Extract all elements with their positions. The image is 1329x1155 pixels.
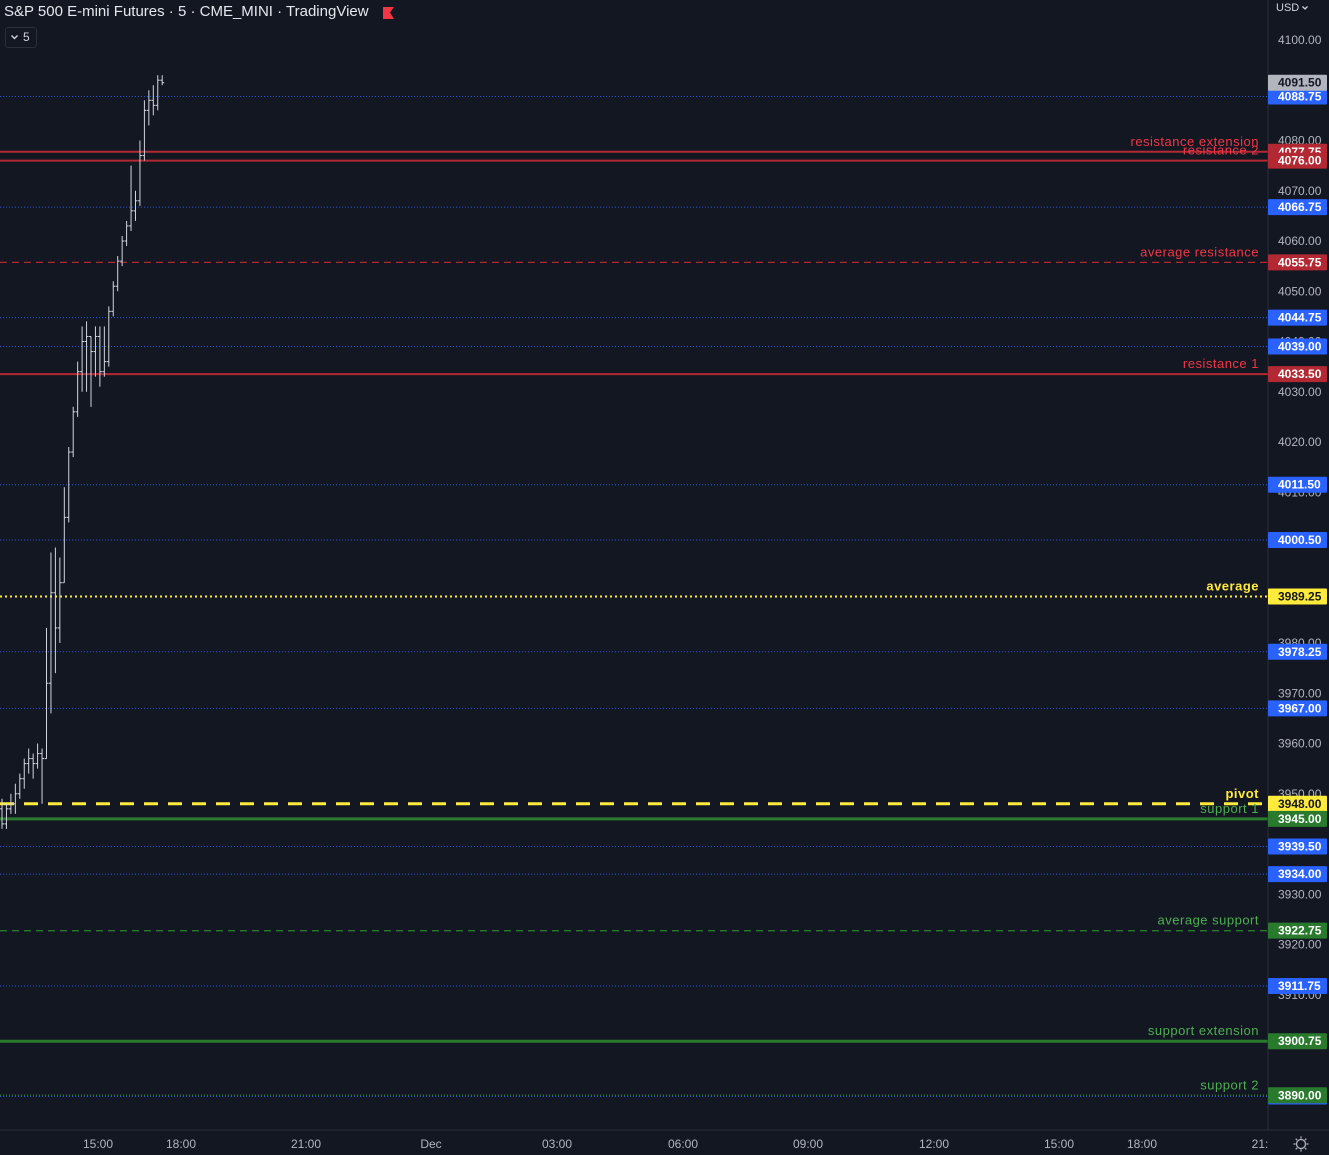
level-price-tag: 3922.75 xyxy=(1278,924,1322,938)
ohlc-bar xyxy=(66,447,71,523)
blue-level-tag: 4011.50 xyxy=(1278,478,1321,492)
price-tick-label: 3960.00 xyxy=(1278,737,1322,751)
level-price-tag: 4033.50 xyxy=(1278,367,1322,381)
ohlc-bar xyxy=(80,326,85,392)
ohlc-bar xyxy=(155,75,160,111)
blue-level-tag: 4000.50 xyxy=(1278,533,1322,547)
time-tick-label: Dec xyxy=(420,1137,441,1151)
ohlc-bar xyxy=(137,140,142,206)
level-label: average support xyxy=(1158,913,1259,928)
chevron-down-icon xyxy=(11,35,18,40)
interval-selector[interactable]: 5 xyxy=(5,27,37,48)
ohlc-bar xyxy=(93,326,98,377)
level-label: resistance 2 xyxy=(1183,143,1259,158)
chevron-down-icon xyxy=(1302,6,1309,10)
time-tick-label: 18:00 xyxy=(166,1137,196,1151)
time-tick-label: 18:00 xyxy=(1127,1137,1157,1151)
level-label: support 2 xyxy=(1200,1077,1259,1092)
flag-icon[interactable] xyxy=(383,7,394,19)
level-price-tag: 4055.75 xyxy=(1278,255,1322,269)
last-price-tag: 4091.50 xyxy=(1278,76,1322,90)
ohlc-bar xyxy=(40,748,45,804)
currency-selector[interactable]: USD xyxy=(1276,2,1309,14)
ohlc-bar xyxy=(111,281,116,317)
price-tick-label: 4060.00 xyxy=(1278,234,1322,248)
blue-level-tag: 3911.75 xyxy=(1278,979,1321,993)
ohlc-bar xyxy=(84,321,89,392)
interval-label: 5 xyxy=(23,30,30,44)
ohlc-bar xyxy=(97,326,102,387)
ohlc-bar xyxy=(57,557,62,643)
level-label: average xyxy=(1206,579,1259,594)
time-tick-label: 21: xyxy=(1252,1137,1269,1151)
ohlc-bar xyxy=(31,753,36,779)
level-label: support extension xyxy=(1148,1023,1259,1038)
level-price-tag: 4076.00 xyxy=(1278,154,1322,168)
ohlc-bar xyxy=(75,361,80,417)
ohlc-bar xyxy=(13,783,18,814)
blue-level-tag: 3978.25 xyxy=(1278,645,1322,659)
blue-level-tag: 4044.75 xyxy=(1278,311,1322,325)
price-tick-label: 3970.00 xyxy=(1278,686,1322,700)
chart-title: S&P 500 E-mini Futures · 5 · CME_MINI · … xyxy=(4,3,369,20)
gear-icon[interactable] xyxy=(1292,1135,1310,1153)
price-tick-label: 3930.00 xyxy=(1278,887,1322,901)
level-label: resistance 1 xyxy=(1183,356,1259,371)
ohlc-bar xyxy=(4,803,9,829)
currency-label: USD xyxy=(1276,2,1300,14)
time-tick-label: 09:00 xyxy=(793,1137,823,1151)
level-label: support 1 xyxy=(1200,801,1259,816)
ohlc-bar xyxy=(35,743,40,769)
time-tick-label: 15:00 xyxy=(1044,1137,1074,1151)
ohlc-bar xyxy=(106,306,111,367)
level-price-tag: 3948.00 xyxy=(1278,797,1322,811)
ohlc-bar xyxy=(22,758,27,789)
level-price-tag: 3945.00 xyxy=(1278,812,1322,826)
time-tick-label: 21:00 xyxy=(291,1137,321,1151)
ohlc-bar xyxy=(102,326,107,377)
price-tick-label: 4030.00 xyxy=(1278,385,1322,399)
ohlc-bar xyxy=(89,335,93,407)
ohlc-bar xyxy=(151,85,156,116)
level-price-tag: 3900.75 xyxy=(1278,1034,1322,1048)
level-price-tag: 3989.25 xyxy=(1278,590,1322,604)
time-tick-label: 15:00 xyxy=(83,1137,113,1151)
ohlc-bar xyxy=(17,773,22,799)
ohlc-bar xyxy=(48,552,53,714)
blue-level-tag: 4039.00 xyxy=(1278,340,1322,354)
level-price-tag: 3890.00 xyxy=(1278,1088,1322,1102)
ohlc-bar xyxy=(120,235,125,267)
ohlc-bar xyxy=(44,627,49,760)
time-tick-label: 03:00 xyxy=(542,1137,572,1151)
price-tick-label: 4050.00 xyxy=(1278,284,1322,298)
level-label: pivot xyxy=(1225,786,1259,801)
price-tick-label: 3920.00 xyxy=(1278,938,1322,952)
blue-level-tag: 3939.50 xyxy=(1278,840,1322,854)
ohlc-bar xyxy=(71,406,76,458)
time-tick-label: 06:00 xyxy=(668,1137,698,1151)
ohlc-bar xyxy=(53,547,58,674)
time-tick-label: 12:00 xyxy=(919,1137,949,1151)
ohlc-bar xyxy=(133,190,138,221)
ohlc-bar xyxy=(146,90,151,126)
ohlc-bar xyxy=(129,165,134,231)
ohlc-bar xyxy=(26,748,31,774)
blue-level-tag: 4066.75 xyxy=(1278,200,1322,214)
level-label: average resistance xyxy=(1140,244,1259,259)
blue-level-tag: 4088.75 xyxy=(1278,90,1322,104)
blue-level-tag: 3967.00 xyxy=(1278,701,1322,715)
price-tick-label: 4020.00 xyxy=(1278,435,1322,449)
ohlc-bar xyxy=(160,75,165,86)
price-tick-label: 4100.00 xyxy=(1278,33,1322,47)
ohlc-bar xyxy=(115,256,120,292)
price-tick-label: 4070.00 xyxy=(1278,184,1322,198)
ohlc-bar xyxy=(62,487,67,584)
blue-level-tag: 3934.00 xyxy=(1278,867,1322,881)
chart-canvas[interactable]: resistance extensionresistance 2average … xyxy=(0,0,1329,1155)
ohlc-bar xyxy=(124,220,129,247)
